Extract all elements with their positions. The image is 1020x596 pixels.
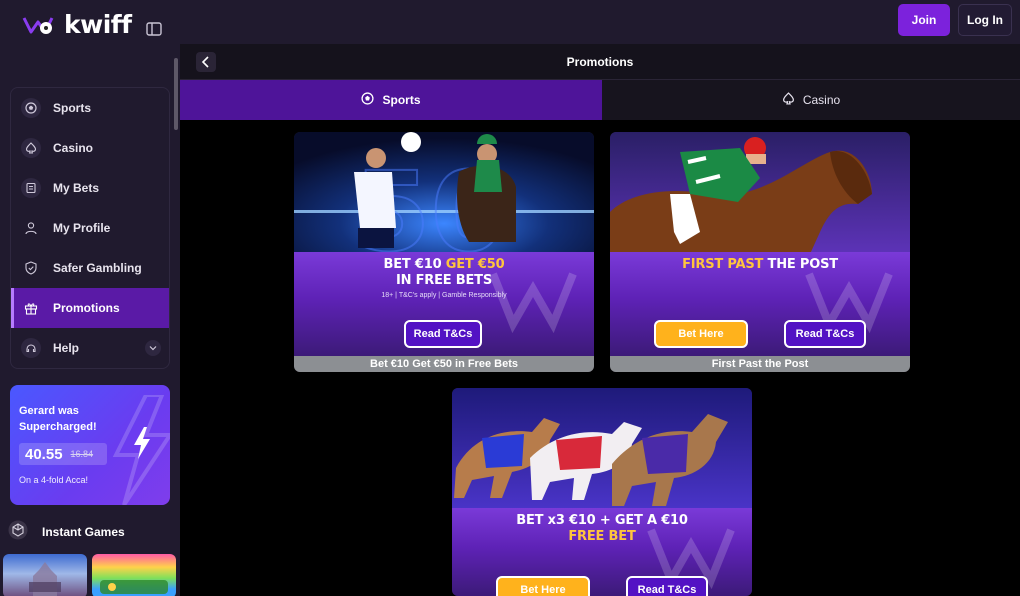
headline-text: THE POST (767, 257, 839, 272)
promo-caption: First Past the Post (610, 356, 910, 372)
page-title: Promotions (566, 55, 634, 69)
promo-caption: Bet €10 Get €50 in Free Bets (294, 356, 594, 372)
help-icon (21, 338, 41, 358)
top-bar: kwiff Join Log In (0, 0, 1020, 44)
soccer-ball-icon (21, 98, 41, 118)
sidebar-item-label: Sports (53, 101, 92, 115)
promo-image-football-racing: 50 (294, 132, 594, 254)
sidebar-scrollbar[interactable] (174, 58, 178, 130)
promo-headline: BET €10 GET €50 (294, 257, 594, 273)
sidebar-menu: Sports Casino My Bets My Profile Safer G… (10, 87, 170, 369)
headline-highlight: GET €50 (445, 257, 505, 272)
bet-here-button[interactable]: Bet Here (496, 576, 590, 596)
supercharged-title: Gerard was Supercharged! (19, 405, 97, 433)
sidebar-item-promotions[interactable]: Promotions (11, 288, 169, 328)
gift-icon (21, 298, 41, 318)
tab-sports[interactable]: Sports (180, 80, 602, 120)
read-tcs-button[interactable]: Read T&Cs (404, 320, 482, 348)
supercharged-subtitle: On a 4-fold Acca! (19, 475, 89, 485)
betslip-icon (21, 178, 41, 198)
user-icon (21, 218, 41, 238)
page-header: Promotions (180, 44, 1020, 80)
sidebar-panel-icon (146, 22, 162, 36)
instant-game-thumbnail[interactable] (92, 554, 176, 596)
sidebar-toggle-button[interactable] (140, 16, 168, 42)
promo-headline-line2: IN FREE BETS (395, 273, 493, 288)
original-odds: 16.84 (70, 449, 94, 459)
sidebar-item-label: Help (53, 341, 80, 355)
sidebar-item-safer-gambling[interactable]: Safer Gambling (11, 248, 169, 288)
promo-headline: FIRST PAST THE POST (610, 257, 910, 273)
promo-card-first-past-the-post[interactable]: FIRST PAST THE POST Bet Here Read T&Cs F… (610, 132, 910, 372)
sidebar-item-label: Safer Gambling (53, 261, 142, 275)
brand-name: kwiff (64, 10, 132, 39)
headline-highlight: FIRST PAST (682, 257, 768, 272)
promo-card-bet10-get50[interactable]: 50 BET €10 GET €50 IN FREE BETS 18+ | T&… (294, 132, 594, 372)
login-button[interactable]: Log In (958, 4, 1012, 36)
sidebar-item-label: My Bets (53, 181, 100, 195)
tab-label: Sports (382, 93, 421, 107)
promo-headline: BET x3 €10 + GET A €10 (516, 513, 688, 528)
sidebar-item-my-profile[interactable]: My Profile (11, 208, 169, 248)
tab-casino[interactable]: Casino (602, 80, 1020, 120)
read-tcs-button[interactable]: Read T&Cs (626, 576, 708, 596)
sidebar-item-label: Promotions (53, 301, 120, 315)
read-tcs-button[interactable]: Read T&Cs (784, 320, 866, 348)
lightning-icon (134, 427, 150, 459)
odds-box: 40.55 16.84 (19, 443, 107, 465)
chevron-down-icon[interactable] (145, 340, 161, 356)
dice-icon (8, 520, 28, 543)
spade-icon (21, 138, 41, 158)
bet-here-button[interactable]: Bet Here (654, 320, 748, 348)
sidebar-item-my-bets[interactable]: My Bets (11, 168, 169, 208)
spade-icon (782, 92, 795, 108)
tab-label: Casino (802, 93, 841, 107)
supercharged-card[interactable]: Gerard was Supercharged! 40.55 16.84 On … (10, 385, 170, 505)
sidebar-item-sports[interactable]: Sports (11, 88, 169, 128)
sidebar-item-label: My Profile (53, 221, 111, 235)
soccer-ball-icon (361, 92, 375, 108)
promo-card-bet-x3[interactable]: BET x3 €10 + GET A €10 FREE BET Bet Here… (452, 388, 752, 596)
sidebar-item-label: Casino (53, 141, 94, 155)
instant-games-label: Instant Games (42, 524, 125, 539)
promo-headline-line2: FREE BET (568, 529, 636, 544)
boosted-odds: 40.55 (25, 445, 63, 463)
promo-terms-note: 18+ | T&C's apply | Gamble Responsibly (381, 292, 507, 299)
crown-logo-icon (22, 16, 54, 34)
promo-image-greyhounds (452, 388, 752, 510)
instant-games-header[interactable]: Instant Games (8, 520, 125, 543)
kwiff-logo[interactable]: kwiff (22, 10, 132, 39)
shield-icon (21, 258, 41, 278)
instant-game-thumbnail[interactable] (3, 554, 87, 596)
join-button[interactable]: Join (898, 4, 950, 36)
headline-text: BET €10 (383, 257, 446, 272)
sidebar-item-casino[interactable]: Casino (11, 128, 169, 168)
sidebar-item-help[interactable]: Help (11, 328, 169, 368)
promo-image-jockey-horse (610, 132, 910, 254)
